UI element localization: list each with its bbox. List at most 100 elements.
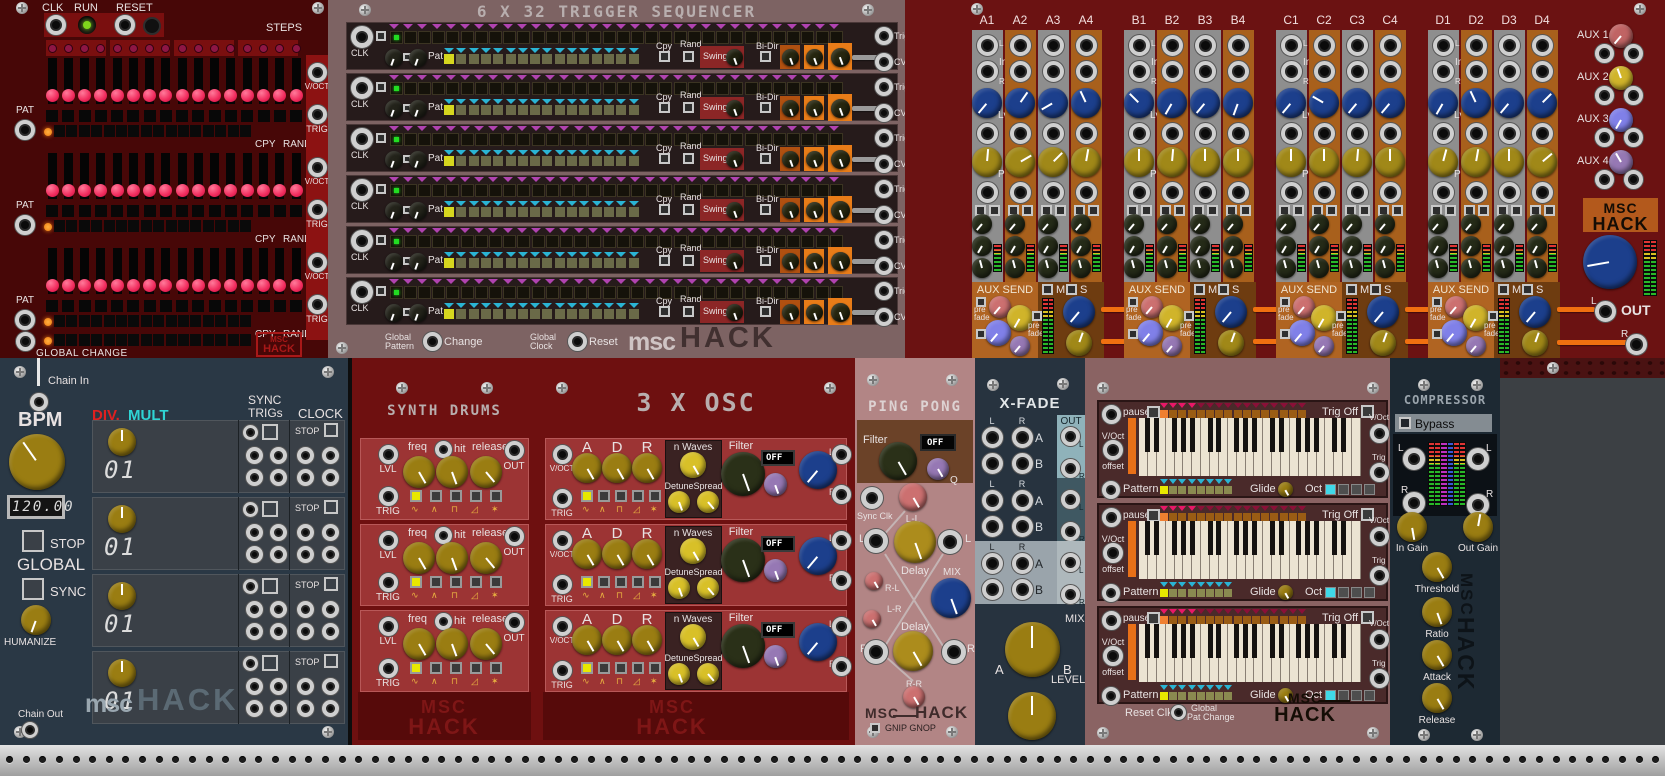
trigger-step-marker[interactable]: [829, 126, 839, 131]
trigger-step[interactable]: [418, 235, 431, 248]
level-cv-port[interactable]: [1010, 123, 1031, 144]
step-cell[interactable]: [111, 300, 123, 312]
trigger-step-marker[interactable]: [559, 126, 569, 131]
detune-knob[interactable]: [668, 577, 690, 599]
in-gain-knob[interactable]: [1397, 512, 1427, 542]
pre-fade-button[interactable]: [976, 329, 986, 339]
wave-select-button[interactable]: [430, 490, 442, 502]
trigger-step-marker[interactable]: [503, 24, 513, 29]
note-step-marker[interactable]: [1178, 609, 1186, 614]
trigger-step-marker[interactable]: [574, 279, 584, 284]
trigger-step-marker[interactable]: [673, 228, 683, 233]
trigger-step-marker[interactable]: [432, 228, 442, 233]
pattern-step-marker[interactable]: [592, 99, 602, 104]
trigger-step-marker[interactable]: [829, 177, 839, 182]
trigger-step[interactable]: [489, 286, 502, 299]
wave-select-button[interactable]: [581, 662, 593, 674]
level-cv-port[interactable]: [1129, 123, 1150, 144]
pattern-step-marker[interactable]: [456, 99, 466, 104]
trigger-step-marker[interactable]: [787, 126, 797, 131]
pan-cv-port[interactable]: [1076, 182, 1097, 203]
trigger-step-marker[interactable]: [531, 75, 541, 80]
rl-feedback-knob[interactable]: [865, 572, 883, 590]
pattern-step[interactable]: [567, 309, 577, 319]
pattern-input[interactable]: [1102, 687, 1120, 705]
pattern-step[interactable]: [616, 105, 626, 115]
row-mode-button[interactable]: [376, 235, 386, 245]
black-key[interactable]: [1296, 521, 1301, 555]
trigger-step[interactable]: [631, 184, 644, 197]
pattern-step-marker[interactable]: [1215, 685, 1223, 690]
input-l-port[interactable]: [1043, 35, 1064, 56]
step-cell[interactable]: [127, 205, 139, 217]
wave-select-button[interactable]: [598, 662, 610, 674]
filter-q-knob[interactable]: [764, 473, 787, 496]
black-key[interactable]: [1145, 521, 1150, 555]
slider-handle[interactable]: [94, 184, 107, 197]
pan-cv-port[interactable]: [1010, 182, 1031, 203]
bidir-button[interactable]: [760, 255, 771, 266]
trigger-step[interactable]: [816, 133, 829, 146]
black-key[interactable]: [1279, 418, 1284, 452]
pattern-step-marker[interactable]: [506, 252, 516, 257]
note-step-marker[interactable]: [1206, 506, 1214, 511]
step-cell[interactable]: [144, 205, 156, 217]
pattern-step-marker[interactable]: [567, 201, 577, 206]
pattern-step[interactable]: [66, 334, 77, 346]
pre-fade-button[interactable]: [1488, 311, 1498, 321]
pattern-step[interactable]: [506, 309, 516, 319]
trigger-step-marker[interactable]: [474, 75, 484, 80]
audio-out-l[interactable]: [1467, 448, 1489, 470]
trig-output[interactable]: [246, 546, 263, 563]
pattern-step[interactable]: [166, 125, 177, 137]
trig-output[interactable]: [246, 447, 263, 464]
row-mode-button[interactable]: [376, 82, 386, 92]
black-key[interactable]: [1243, 418, 1248, 452]
slider-handle[interactable]: [273, 184, 286, 197]
trigger-step-marker[interactable]: [630, 228, 640, 233]
group-pan-knob[interactable]: [1522, 330, 1548, 356]
note-step-marker[interactable]: [1215, 403, 1223, 408]
input-r-port[interactable]: [1162, 61, 1183, 82]
note-step[interactable]: [1206, 616, 1214, 624]
copy-button[interactable]: [659, 51, 670, 62]
trigger-step-marker[interactable]: [815, 177, 825, 182]
pattern-step[interactable]: [469, 258, 479, 268]
pan-cv-port[interactable]: [1532, 182, 1553, 203]
trigger-step[interactable]: [816, 184, 829, 197]
pattern-step[interactable]: [579, 156, 589, 166]
trigger-step[interactable]: [801, 82, 814, 95]
pattern-step-marker[interactable]: [567, 252, 577, 257]
trigger-step-marker[interactable]: [758, 279, 768, 284]
eq-hi-knob[interactable]: [1276, 214, 1296, 234]
eq-hi-knob[interactable]: [1157, 214, 1177, 234]
black-key[interactable]: [1332, 624, 1337, 658]
note-step[interactable]: [1243, 616, 1251, 624]
pattern-step[interactable]: [616, 309, 626, 319]
cv-knob[interactable]: [782, 304, 799, 321]
trigger-step-marker[interactable]: [787, 228, 797, 233]
note-step[interactable]: [1224, 616, 1232, 624]
sync-trig-input[interactable]: [243, 579, 258, 594]
trigger-step-marker[interactable]: [616, 24, 626, 29]
pattern-step[interactable]: [1215, 486, 1223, 494]
cv-output[interactable]: [875, 308, 893, 326]
note-step-marker[interactable]: [1206, 609, 1214, 614]
trigger-step-marker[interactable]: [815, 126, 825, 131]
pattern-step[interactable]: [104, 334, 115, 346]
input-l-port[interactable]: [1162, 35, 1183, 56]
trigger-step[interactable]: [560, 31, 573, 44]
trigger-step[interactable]: [532, 31, 545, 44]
slider-handle[interactable]: [62, 89, 75, 102]
clock-output[interactable]: [297, 469, 314, 486]
pattern-step[interactable]: [203, 220, 214, 232]
pattern-step[interactable]: [104, 220, 115, 232]
trigger-step-marker[interactable]: [403, 279, 413, 284]
sync-trig-input[interactable]: [243, 502, 258, 517]
pattern-step[interactable]: [228, 315, 239, 327]
group-mute-button[interactable]: [1194, 284, 1205, 295]
clk-input[interactable]: [351, 77, 373, 99]
pan-cv-port[interactable]: [1499, 182, 1520, 203]
trigger-step-marker[interactable]: [659, 279, 669, 284]
pattern-step-marker[interactable]: [1206, 582, 1214, 587]
